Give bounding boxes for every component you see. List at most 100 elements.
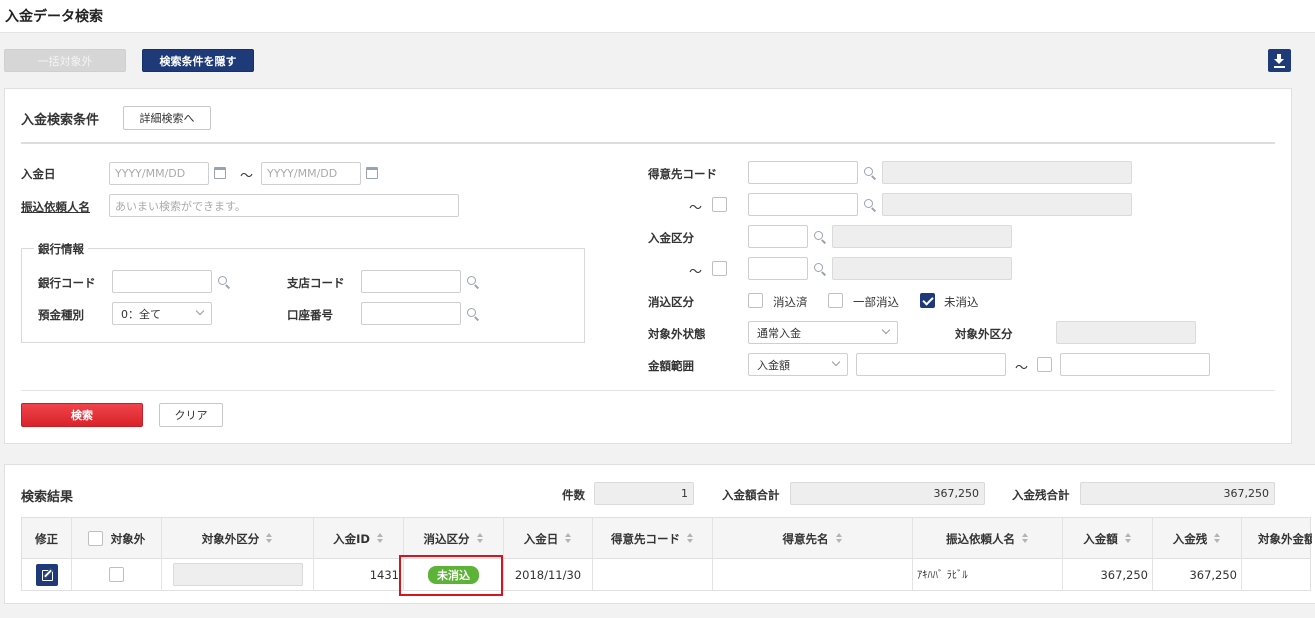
search-icon[interactable]: [218, 276, 231, 289]
requester-label[interactable]: 振込依頼人名: [21, 199, 90, 215]
sort-icon[interactable]: [476, 533, 484, 544]
col-clearing-status[interactable]: 消込区分: [404, 518, 504, 559]
sort-icon[interactable]: [835, 533, 843, 544]
col-label: 振込依頼人名: [946, 531, 1015, 546]
col-amount[interactable]: 入金額: [1063, 518, 1153, 559]
exclusion-category-select: [172, 563, 303, 586]
exclusion-status-label: 対象外状態: [648, 327, 706, 341]
clearing-none-label: 未消込: [944, 295, 979, 309]
deposit-id-cell: 1431: [314, 559, 404, 590]
chevron-down-icon: [195, 306, 205, 316]
download-icon[interactable]: [1268, 49, 1291, 72]
search-panel-title: 入金検索条件: [21, 113, 100, 128]
search-icon[interactable]: [814, 231, 827, 244]
customer-code-to-input[interactable]: [748, 193, 858, 216]
clearing-partial-label: 一部消込: [853, 295, 899, 309]
exclusion-status-select[interactable]: 通常入金: [748, 321, 898, 344]
branch-code-input[interactable]: [361, 270, 461, 293]
clearing-done-checkbox[interactable]: [748, 293, 763, 308]
col-exclude[interactable]: 対象外: [72, 518, 162, 559]
col-customer-name[interactable]: 得意先名: [713, 518, 913, 559]
col-customer-code[interactable]: 得意先コード: [593, 518, 713, 559]
account-no-input[interactable]: [361, 302, 461, 325]
exclusion-status-value: 通常入金: [757, 326, 801, 340]
col-label: 対象外区分: [201, 531, 260, 546]
table-row[interactable]: 1431 未消込 2018/11/30 ｱｷﾊﾊﾞ ﾗﾋﾞﾙ 367,250 3…: [21, 559, 1311, 591]
col-exclude-label: 対象外: [110, 531, 146, 546]
calendar-icon[interactable]: [366, 167, 378, 179]
deposit-category-label: 入金区分: [648, 231, 694, 245]
customer-name-to-display: [882, 193, 1132, 216]
search-icon[interactable]: [814, 263, 827, 276]
amount-range-checkbox[interactable]: [1037, 357, 1052, 372]
sort-icon[interactable]: [266, 533, 273, 544]
chevron-down-icon: [881, 325, 891, 335]
sort-icon[interactable]: [1214, 533, 1221, 544]
detail-search-button[interactable]: 詳細検索へ: [123, 106, 211, 130]
col-exclusion-category[interactable]: 対象外区分: [162, 518, 314, 559]
col-deposit-id[interactable]: 入金ID: [314, 518, 404, 559]
col-label: 入金額: [1083, 531, 1118, 546]
col-remaining[interactable]: 入金残: [1153, 518, 1242, 559]
amount-type-value: 入金額: [757, 358, 790, 372]
clearing-none-checkbox[interactable]: [920, 293, 935, 308]
amount-from-input[interactable]: [856, 353, 1006, 376]
sort-icon[interactable]: [376, 533, 384, 544]
search-icon[interactable]: [864, 199, 877, 212]
exclusion-category-cell: [162, 559, 314, 590]
page-title: 入金データ検索: [5, 9, 103, 25]
deposit-category-from-display: [832, 225, 1012, 248]
search-icon[interactable]: [864, 167, 877, 180]
col-label: 得意先名: [782, 531, 829, 546]
deposit-total-value: 367,250: [790, 482, 985, 505]
edit-cell: [22, 559, 72, 590]
col-deposit-date[interactable]: 入金日: [504, 518, 593, 559]
divider: [21, 142, 1275, 144]
col-label: 入金日: [523, 531, 559, 546]
deposit-type-select[interactable]: 0：全て: [112, 302, 212, 325]
col-edit: 修正: [22, 518, 72, 559]
edit-icon[interactable]: [35, 563, 58, 586]
amount-to-input[interactable]: [1060, 353, 1210, 376]
customer-code-label: 得意先コード: [648, 167, 717, 181]
results-title: 検索結果: [21, 490, 74, 505]
sort-icon[interactable]: [1124, 533, 1132, 544]
count-value: 1: [594, 482, 694, 505]
deposit-category-from-input[interactable]: [748, 225, 808, 248]
sort-icon[interactable]: [687, 533, 694, 544]
calendar-icon[interactable]: [214, 167, 226, 179]
col-label: 得意先コード: [611, 531, 680, 546]
customer-code-from-input[interactable]: [748, 161, 858, 184]
sort-icon[interactable]: [565, 533, 572, 544]
col-label: 消込区分: [423, 531, 470, 546]
bank-code-input[interactable]: [112, 270, 212, 293]
search-icon[interactable]: [467, 276, 480, 289]
divider: [21, 390, 1275, 391]
sort-icon[interactable]: [1022, 533, 1029, 544]
exclude-cell: [72, 559, 162, 590]
search-button[interactable]: 検索: [21, 403, 143, 427]
date-from-input[interactable]: YYYY/MM/DD: [109, 162, 209, 185]
bank-info-legend: 銀行情報: [34, 241, 88, 257]
date-to-input[interactable]: YYYY/MM/DD: [261, 162, 361, 185]
date-tilde: ～: [240, 169, 254, 184]
hide-conditions-button[interactable]: 検索条件を隠す: [142, 49, 254, 72]
account-no-label: 口座番号: [287, 308, 333, 322]
exclusion-category-label: 対象外区分: [955, 327, 1013, 341]
requester-input[interactable]: あいまい検索ができます。: [109, 194, 459, 217]
deposit-category-to-input[interactable]: [748, 257, 808, 280]
amount-type-select[interactable]: 入金額: [748, 353, 848, 376]
row-exclude-checkbox[interactable]: [109, 567, 124, 582]
chevron-down-icon: [831, 357, 841, 367]
col-requester[interactable]: 振込依頼人名: [913, 518, 1063, 559]
deposit-category-range-checkbox[interactable]: [712, 261, 727, 276]
search-icon[interactable]: [467, 308, 480, 321]
remaining-total-label: 入金残合計: [1012, 488, 1070, 502]
col-excluded-amount[interactable]: 対象外金額: [1242, 518, 1312, 559]
customer-name-from-display: [882, 161, 1132, 184]
bulk-exclude-button[interactable]: 一括対象外: [4, 49, 126, 72]
customer-code-range-checkbox[interactable]: [712, 197, 727, 212]
select-all-checkbox[interactable]: [87, 531, 103, 546]
clear-button[interactable]: クリア: [159, 403, 223, 427]
clearing-partial-checkbox[interactable]: [828, 293, 843, 308]
